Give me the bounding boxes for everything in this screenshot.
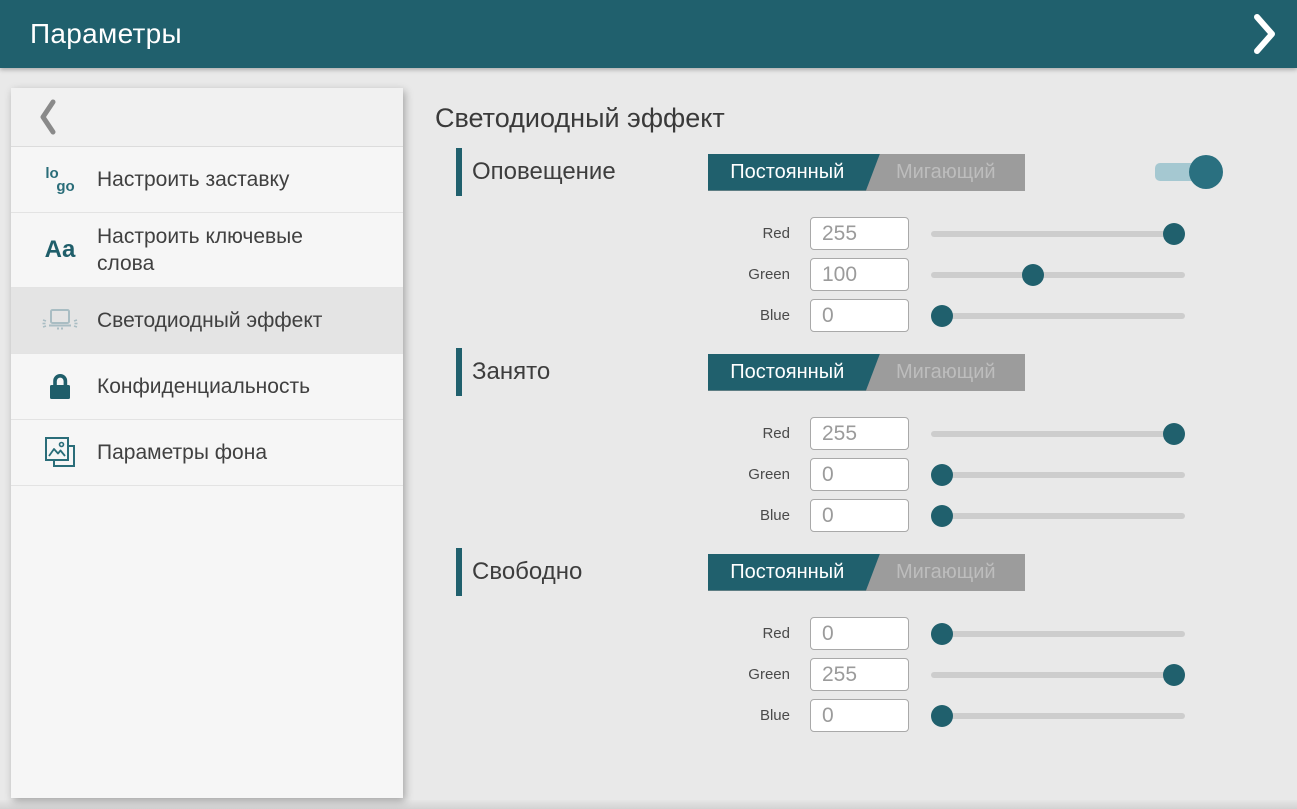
channel-label: Red: [435, 625, 790, 642]
slider-track: [931, 231, 1185, 237]
red-value-input[interactable]: [810, 417, 909, 450]
sidebar-item-keywords[interactable]: Aa Настроить ключевые слова: [11, 213, 403, 288]
segment-constant[interactable]: Постоянный: [708, 154, 867, 191]
slider-track: [931, 713, 1185, 719]
mode-segmented-control: Постоянный Мигающий: [708, 154, 1025, 191]
red-slider[interactable]: [931, 223, 1185, 245]
blue-slider[interactable]: [931, 305, 1185, 327]
content-title: Светодиодный эффект: [435, 101, 1297, 135]
green-value-input[interactable]: [810, 458, 909, 491]
section-accent-bar: [456, 148, 462, 196]
channel-label: Blue: [435, 707, 790, 724]
channel-label: Green: [435, 266, 790, 283]
slider-thumb[interactable]: [1163, 423, 1185, 445]
led-section-busy: Занято Постоянный Мигающий Red: [435, 348, 1297, 536]
slider-thumb[interactable]: [931, 623, 953, 645]
slider-track: [931, 472, 1185, 478]
slider-thumb[interactable]: [931, 464, 953, 486]
segment-blinking[interactable]: Мигающий: [867, 354, 1026, 391]
channel-label: Blue: [435, 307, 790, 324]
led-screen-icon: [37, 308, 83, 334]
channel-label: Red: [435, 425, 790, 442]
sidebar: logo Настроить заставку Aa Настроить клю…: [11, 88, 403, 798]
sidebar-item-led-effect[interactable]: Светодиодный эффект: [11, 288, 403, 354]
channel-row-blue: Blue: [435, 695, 1297, 736]
sidebar-item-privacy[interactable]: Конфиденциальность: [11, 354, 403, 420]
sidebar-item-label: Светодиодный эффект: [97, 307, 322, 334]
sidebar-item-screensaver[interactable]: logo Настроить заставку: [11, 147, 403, 213]
blue-value-input[interactable]: [810, 699, 909, 732]
sidebar-back-button[interactable]: [11, 88, 403, 147]
settings-app: Параметры logo Настроить заставку Aa Нас…: [0, 0, 1297, 809]
sidebar-item-background[interactable]: Параметры фона: [11, 420, 403, 486]
slider-thumb[interactable]: [931, 705, 953, 727]
channel-row-red: Red: [435, 613, 1297, 654]
blue-slider[interactable]: [931, 705, 1185, 727]
slider-thumb[interactable]: [931, 305, 953, 327]
channel-label: Green: [435, 466, 790, 483]
section-accent-bar: [456, 548, 462, 596]
channel-row-blue: Blue: [435, 495, 1297, 536]
blue-value-input[interactable]: [810, 499, 909, 532]
slider-thumb[interactable]: [1163, 223, 1185, 245]
channel-label: Red: [435, 225, 790, 242]
collapse-panel-chevron-icon[interactable]: [1253, 14, 1277, 54]
segment-constant[interactable]: Постоянный: [708, 554, 867, 591]
channel-row-green: Green: [435, 254, 1297, 295]
toggle-knob: [1189, 155, 1223, 189]
green-slider[interactable]: [931, 264, 1185, 286]
red-value-input[interactable]: [810, 617, 909, 650]
segment-constant[interactable]: Постоянный: [708, 354, 867, 391]
section-title: Свободно: [472, 558, 708, 586]
app-header: Параметры: [0, 0, 1297, 68]
keywords-icon: Aa: [37, 236, 83, 264]
page-title: Параметры: [30, 18, 182, 50]
channel-row-red: Red: [435, 413, 1297, 454]
green-value-input[interactable]: [810, 658, 909, 691]
main-content: Светодиодный эффект Оповещение Постоянны…: [435, 68, 1297, 748]
slider-track: [931, 672, 1185, 678]
slider-track: [931, 313, 1185, 319]
sidebar-item-label: Настроить ключевые слова: [97, 223, 352, 277]
channel-row-green: Green: [435, 654, 1297, 695]
slider-track: [931, 631, 1185, 637]
green-slider[interactable]: [931, 464, 1185, 486]
channel-label: Green: [435, 666, 790, 683]
channel-label: Blue: [435, 507, 790, 524]
blue-slider[interactable]: [931, 505, 1185, 527]
mode-segmented-control: Постоянный Мигающий: [708, 354, 1025, 391]
section-accent-bar: [456, 348, 462, 396]
led-section-free: Свободно Постоянный Мигающий Red: [435, 548, 1297, 736]
notification-enable-toggle[interactable]: [1155, 154, 1223, 190]
slider-track: [931, 513, 1185, 519]
channel-row-red: Red: [435, 213, 1297, 254]
lock-icon: [37, 372, 83, 402]
slider-thumb[interactable]: [1163, 664, 1185, 686]
sidebar-item-label: Конфиденциальность: [97, 373, 310, 400]
background-images-icon: [37, 436, 83, 469]
mode-segmented-control: Постоянный Мигающий: [708, 554, 1025, 591]
blue-value-input[interactable]: [810, 299, 909, 332]
sidebar-item-label: Параметры фона: [97, 439, 267, 466]
slider-thumb[interactable]: [1022, 264, 1044, 286]
bottom-edge-shadow: [0, 800, 1297, 809]
section-title: Оповещение: [472, 158, 708, 186]
led-section-notification: Оповещение Постоянный Мигающий Red: [435, 148, 1297, 336]
slider-track: [931, 272, 1185, 278]
red-slider[interactable]: [931, 423, 1185, 445]
red-value-input[interactable]: [810, 217, 909, 250]
channel-row-blue: Blue: [435, 295, 1297, 336]
channel-row-green: Green: [435, 454, 1297, 495]
slider-thumb[interactable]: [931, 505, 953, 527]
segment-blinking[interactable]: Мигающий: [867, 554, 1026, 591]
green-slider[interactable]: [931, 664, 1185, 686]
red-slider[interactable]: [931, 623, 1185, 645]
section-title: Занято: [472, 358, 708, 386]
segment-blinking[interactable]: Мигающий: [867, 154, 1026, 191]
green-value-input[interactable]: [810, 258, 909, 291]
logo-icon: logo: [37, 167, 83, 193]
sidebar-item-label: Настроить заставку: [97, 166, 289, 193]
slider-track: [931, 431, 1185, 437]
back-chevron-icon: [39, 99, 57, 135]
